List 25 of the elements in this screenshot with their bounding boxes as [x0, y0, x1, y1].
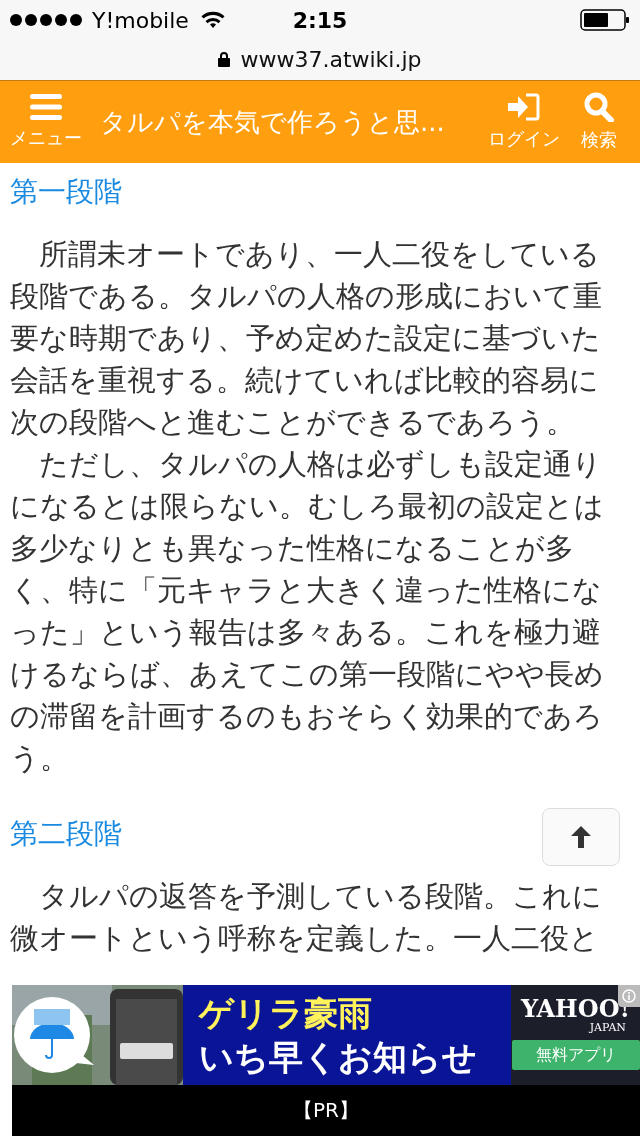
search-button[interactable]: 検索 [566, 92, 632, 152]
brand-subtitle: JAPAN [589, 1021, 626, 1034]
menu-icon [30, 94, 62, 120]
ad-label: 【PR】 [293, 1097, 359, 1124]
carrier-name: Y!mobile [92, 7, 189, 33]
body-paragraph: ただし、タルパの人格は必ずしも設定通りになるとは限らない。むしろ最初の設定とは多少なりとも異なった性格になることが多く、特に「元キャラと大きく違った性格になった」という報告は多々ある。これを極力避けるならば、あえてこの第一段階にやや長めの滞留を計画するのもおそらく効果的であろう。 [10, 446, 605, 777]
url-text[interactable]: www37.atwiki.jp [240, 46, 422, 72]
search-icon [583, 92, 615, 122]
signal-icon [10, 14, 82, 26]
scroll-top-button[interactable] [542, 808, 620, 866]
brand-logo: YAHOO! [520, 997, 631, 1021]
ad-headline: いち早くお知らせ [199, 1036, 478, 1079]
login-button[interactable]: ログイン [482, 93, 566, 151]
section-heading: 第二段階 [10, 816, 122, 852]
section-heading: 第一段階 [10, 174, 122, 210]
clock-time: 2:15 [291, 7, 349, 33]
ad-headline: ゲリラ豪雨 [199, 992, 373, 1035]
page-title: タルパを本気で作ろうと思... [99, 105, 446, 139]
menu-button[interactable]: メニュー [0, 94, 92, 150]
body-paragraph: 所謂未オートであり、一人二役をしている段階である。タルパの人格の形成において重要な時期であり、予め定めた設定に基づいた会話を重視する。続けていれば比較的容易に次の段階へと進むことができるであろう。 [10, 236, 603, 441]
wifi-icon [200, 11, 225, 29]
battery-icon [580, 9, 630, 31]
login-icon [508, 93, 540, 121]
free-app-button[interactable]: 無料アプリ [511, 1040, 640, 1070]
body-paragraph: タルパの返答を予測している段階。これに微オートという呼称を定義した。一人二役と [10, 878, 603, 957]
